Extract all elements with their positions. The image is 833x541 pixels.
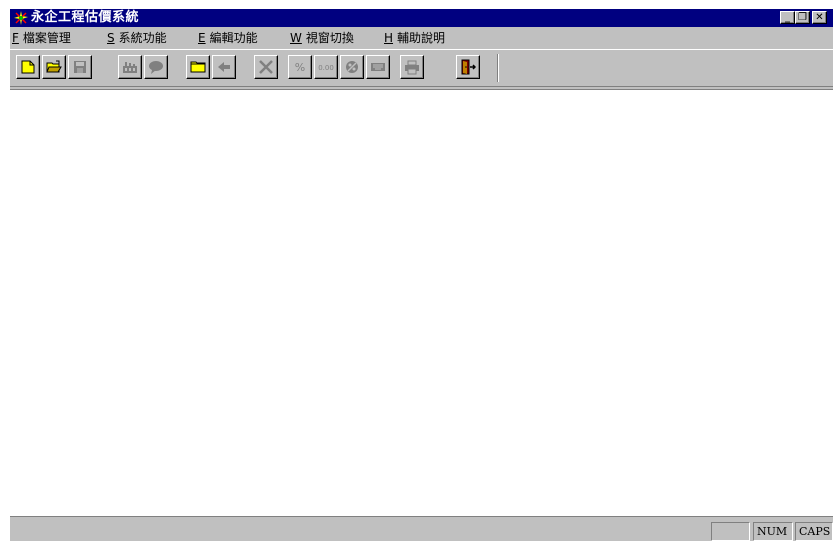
back-button[interactable] [212,55,236,79]
status-message [12,522,708,541]
speech-bubble-icon [149,61,163,74]
open-folder-button[interactable] [42,55,66,79]
percent-icon: % [295,61,305,74]
menu-help[interactable]: H 輔助說明 [384,30,445,46]
status-bar: NUM CAPS [10,516,833,541]
toolbar: % 0.00 [10,49,833,87]
factory-button[interactable] [118,55,142,79]
delete-x-icon [259,60,273,74]
calculator-icon [346,61,358,73]
app-window: 永企工程估價系統 _ ❐ ✕ F 檔案管理 S 系統功能 E 編輯功能 W 視窗切換 H… [10,9,833,541]
new-file-icon [21,60,35,74]
menu-edit[interactable]: E 編輯功能 [198,30,258,46]
percent-label: % [295,61,305,74]
toolbar-divider [497,54,499,82]
menu-file-label: 檔案管理 [22,31,71,45]
exit-button[interactable] [456,55,480,79]
menu-window-accel: W [290,31,302,45]
back-arrow-icon [218,62,230,72]
folder-button[interactable] [186,55,210,79]
decimal-label: 0.00 [318,64,334,72]
delete-button[interactable] [254,55,278,79]
message-button[interactable] [144,55,168,79]
menu-system[interactable]: S 系統功能 [107,30,167,46]
folder-icon [190,61,206,73]
menu-help-label: 輔助說明 [397,31,446,45]
num-lock-indicator: NUM [753,522,793,541]
title-bar[interactable]: 永企工程估價系統 _ ❐ ✕ [10,9,833,27]
new-file-button[interactable] [16,55,40,79]
caps-lock-indicator: CAPS [795,522,833,541]
close-button[interactable]: ✕ [812,11,827,24]
save-disk-icon [74,61,86,73]
mdi-client-area[interactable] [10,89,833,516]
calculator-button[interactable] [340,55,364,79]
window-title: 永企工程估價系統 [31,10,140,25]
minimize-button[interactable]: _ [780,11,795,24]
percent-button[interactable]: % [288,55,312,79]
menu-edit-accel: E [198,31,206,45]
printer-icon [405,60,419,75]
menu-help-accel: H [384,31,394,45]
decimal-icon: 0.00 [318,64,334,72]
menu-window[interactable]: W 視窗切換 [290,30,354,46]
keyboard-button[interactable] [366,55,390,79]
status-pane-blank [711,522,750,541]
menu-file[interactable]: F 檔案管理 [12,30,71,46]
factory-icon [123,62,137,73]
menu-bar: F 檔案管理 S 系統功能 E 編輯功能 W 視窗切換 H 輔助說明 [10,28,833,47]
exit-door-icon [461,59,476,75]
keyboard-icon [371,63,385,71]
decimal-button[interactable]: 0.00 [314,55,338,79]
save-button[interactable] [68,55,92,79]
menu-system-accel: S [107,31,115,45]
maximize-button[interactable]: ❐ [795,11,810,24]
open-folder-icon [46,60,62,73]
menu-file-accel: F [12,31,19,45]
app-logo-icon [13,10,29,26]
print-button[interactable] [400,55,424,79]
menu-system-label: 系統功能 [118,31,167,45]
menu-edit-label: 編輯功能 [209,31,258,45]
menu-window-label: 視窗切換 [305,31,354,45]
